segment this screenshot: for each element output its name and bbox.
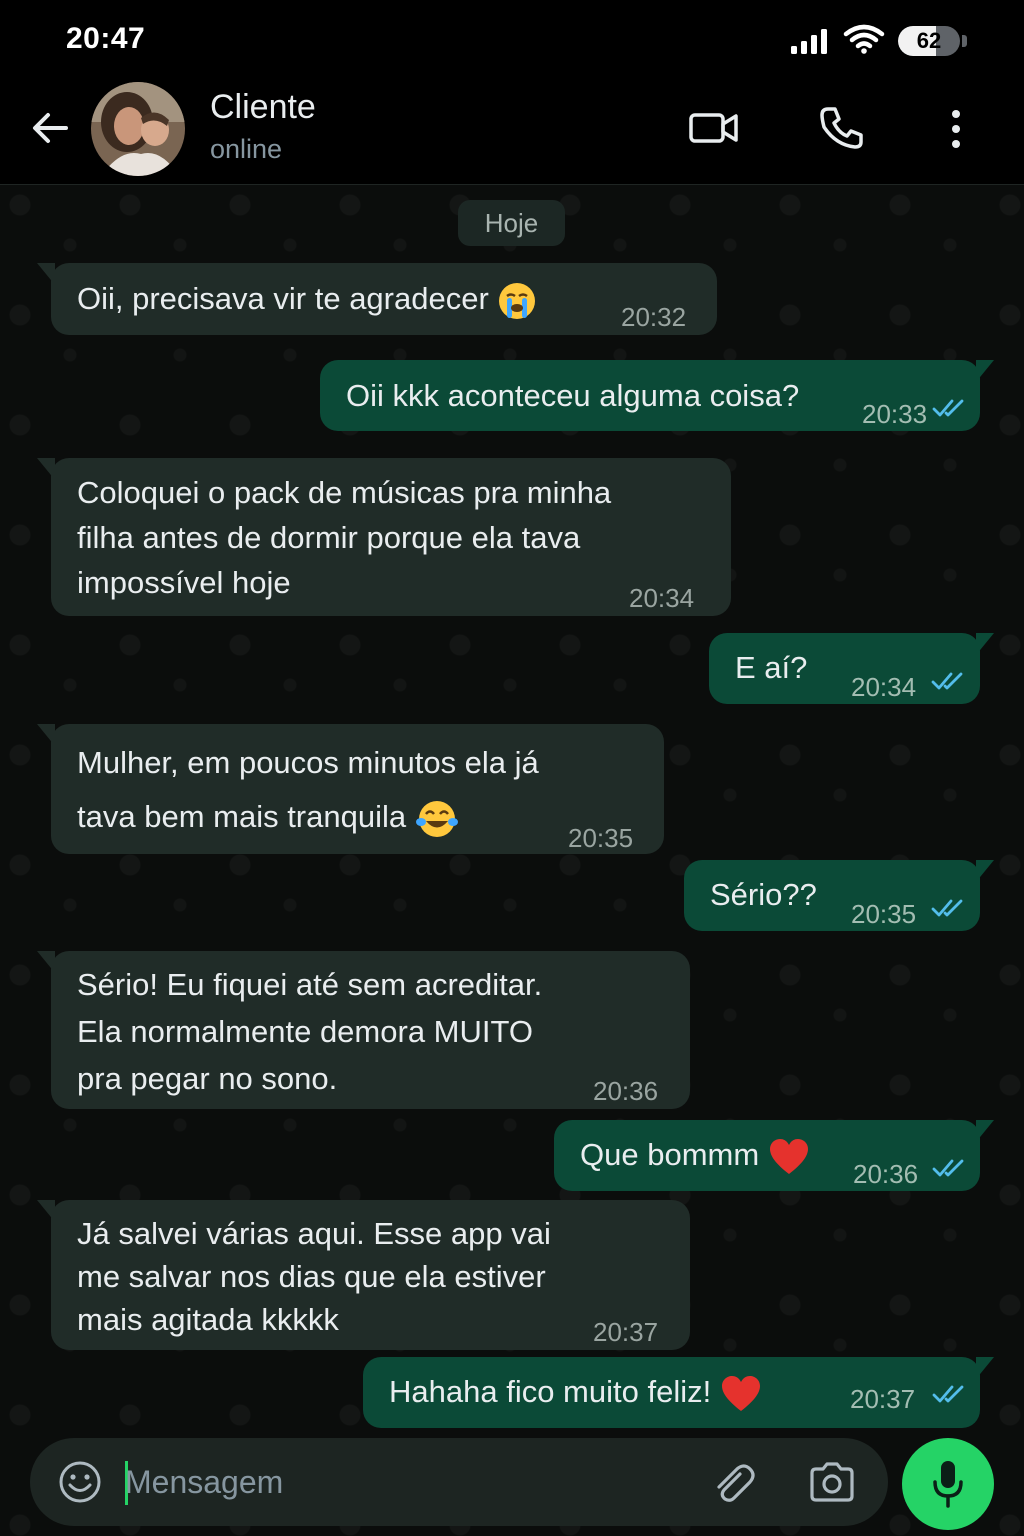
message-outgoing[interactable]: E aí? 20:34: [709, 633, 994, 704]
red-heart-emoji-icon: [769, 1138, 808, 1174]
message-text: E aí?: [735, 650, 808, 685]
message-incoming[interactable]: Já salvei várias aqui. Esse app vai me s…: [37, 1200, 690, 1350]
message-time: 20:37: [850, 1384, 916, 1414]
status-bar: 20:47 62: [0, 0, 1024, 80]
more-options-icon[interactable]: [940, 106, 972, 152]
chat-header: Cliente online: [0, 80, 1024, 185]
message-text: Oii, precisava vir te agradecer: [77, 276, 537, 321]
message-text: Sério! Eu fiquei até sem acreditar. Ela …: [77, 967, 543, 1096]
message-incoming[interactable]: Sério! Eu fiquei até sem acreditar. Ela …: [37, 951, 690, 1109]
message-input[interactable]: Mensagem: [125, 1438, 283, 1526]
message-outgoing[interactable]: Oii kkk aconteceu alguma coisa? 20:33: [320, 360, 994, 431]
avatar[interactable]: [91, 82, 185, 176]
message-time: 20:34: [629, 583, 695, 613]
message-incoming[interactable]: Coloquei o pack de músicas pra minha fil…: [37, 458, 731, 616]
battery-icon: 62: [898, 26, 968, 56]
avatar-photo: [91, 82, 185, 176]
battery-level: 62: [916, 28, 942, 53]
read-ticks-icon: [931, 672, 963, 690]
message-text: Coloquei o pack de músicas pra minha fil…: [77, 475, 612, 600]
loudly-crying-emoji-icon: [499, 282, 536, 319]
contact-name[interactable]: Cliente: [210, 88, 316, 127]
signal-icon: [791, 29, 827, 54]
message-text: Que bommm: [580, 1132, 810, 1177]
message-time: 20:35: [851, 899, 917, 929]
date-separator: Hoje: [458, 200, 565, 246]
message-time: 20:34: [851, 672, 917, 702]
read-ticks-icon: [932, 1385, 964, 1403]
tears-of-joy-emoji-icon: [415, 800, 458, 837]
message-outgoing[interactable]: Sério?? 20:35: [684, 860, 994, 931]
message-incoming[interactable]: Oii, precisava vir te agradecer 20:32: [37, 263, 717, 335]
message-text: Já salvei várias aqui. Esse app vai me s…: [77, 1216, 551, 1337]
voice-call-icon[interactable]: [818, 105, 864, 151]
red-heart-emoji-icon: [721, 1375, 760, 1411]
emoji-picker-icon[interactable]: [58, 1460, 102, 1504]
read-ticks-icon: [932, 1159, 964, 1177]
message-outgoing[interactable]: Hahaha fico muito feliz! 20:37: [363, 1357, 994, 1428]
message-incoming[interactable]: Mulher, em poucos minutos ela já tava be…: [37, 724, 664, 854]
wifi-icon: [843, 24, 885, 54]
message-time: 20:36: [593, 1076, 659, 1106]
video-call-icon[interactable]: [688, 108, 740, 148]
voice-message-button[interactable]: [902, 1438, 994, 1530]
message-time: 20:37: [593, 1317, 659, 1347]
attach-icon[interactable]: [710, 1460, 756, 1506]
back-arrow-icon[interactable]: [28, 106, 72, 150]
message-outgoing[interactable]: Que bommm 20:36: [554, 1120, 994, 1191]
message-time: 20:32: [621, 302, 687, 332]
message-text: Hahaha fico muito feliz!: [389, 1369, 762, 1414]
status-time: 20:47: [66, 22, 146, 55]
message-time: 20:36: [853, 1159, 919, 1189]
read-ticks-icon: [932, 399, 964, 417]
read-ticks-icon: [931, 899, 963, 917]
message-time: 20:33: [862, 399, 928, 429]
contact-status: online: [210, 134, 283, 164]
message-text: Mulher, em poucos minutos ela já tava be…: [77, 736, 539, 844]
message-time: 20:35: [568, 823, 634, 853]
microphone-icon: [933, 1461, 963, 1508]
message-composer: Mensagem: [30, 1438, 888, 1526]
message-text: Oii kkk aconteceu alguma coisa?: [346, 378, 800, 413]
message-text: Sério??: [710, 877, 817, 912]
camera-icon[interactable]: [808, 1460, 856, 1504]
